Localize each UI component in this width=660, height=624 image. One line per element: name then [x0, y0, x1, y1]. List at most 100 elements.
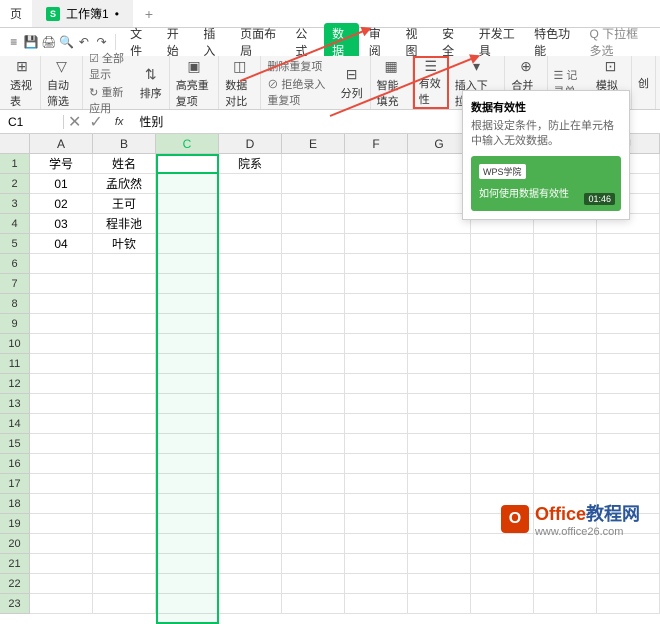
- cell[interactable]: [93, 474, 156, 494]
- cell[interactable]: [219, 354, 282, 374]
- col-header-c[interactable]: C: [156, 134, 219, 153]
- cell[interactable]: [534, 254, 597, 274]
- cell[interactable]: 孟欣然: [93, 174, 156, 194]
- cell[interactable]: [93, 534, 156, 554]
- cell[interactable]: [597, 594, 660, 614]
- col-header-a[interactable]: A: [30, 134, 93, 153]
- row-header[interactable]: 1: [0, 154, 30, 174]
- cell[interactable]: [282, 274, 345, 294]
- row-header[interactable]: 16: [0, 454, 30, 474]
- cell[interactable]: [534, 374, 597, 394]
- cell[interactable]: [534, 574, 597, 594]
- cell[interactable]: [345, 514, 408, 534]
- cell[interactable]: [345, 294, 408, 314]
- cell[interactable]: [219, 174, 282, 194]
- cell[interactable]: [30, 554, 93, 574]
- cell[interactable]: [345, 174, 408, 194]
- cell[interactable]: [282, 194, 345, 214]
- cell[interactable]: [345, 274, 408, 294]
- col-header-e[interactable]: E: [282, 134, 345, 153]
- cell[interactable]: [282, 314, 345, 334]
- cell[interactable]: [282, 594, 345, 614]
- cell[interactable]: 学号: [30, 154, 93, 174]
- cell[interactable]: [219, 394, 282, 414]
- cell[interactable]: [345, 354, 408, 374]
- cell[interactable]: [219, 594, 282, 614]
- cell[interactable]: [156, 214, 219, 234]
- cell[interactable]: [597, 374, 660, 394]
- cell[interactable]: 王可: [93, 194, 156, 214]
- cell[interactable]: [597, 254, 660, 274]
- cell[interactable]: [597, 334, 660, 354]
- cell[interactable]: [156, 534, 219, 554]
- col-header-d[interactable]: D: [219, 134, 282, 153]
- cell[interactable]: [219, 514, 282, 534]
- cell[interactable]: [156, 334, 219, 354]
- cell[interactable]: [93, 434, 156, 454]
- cell[interactable]: [345, 214, 408, 234]
- cell[interactable]: [534, 594, 597, 614]
- cell[interactable]: [282, 414, 345, 434]
- cell[interactable]: [282, 534, 345, 554]
- cell[interactable]: [156, 354, 219, 374]
- row-header[interactable]: 22: [0, 574, 30, 594]
- cell[interactable]: [93, 314, 156, 334]
- cell[interactable]: [30, 314, 93, 334]
- cell[interactable]: [219, 454, 282, 474]
- cell[interactable]: [345, 374, 408, 394]
- cell[interactable]: [534, 434, 597, 454]
- select-all-btn[interactable]: ☑ 全部显示: [89, 50, 127, 82]
- cell[interactable]: [345, 574, 408, 594]
- cell[interactable]: 02: [30, 194, 93, 214]
- row-header[interactable]: 15: [0, 434, 30, 454]
- cell[interactable]: [30, 274, 93, 294]
- cell[interactable]: [408, 594, 471, 614]
- cell[interactable]: [408, 474, 471, 494]
- row-header[interactable]: 10: [0, 334, 30, 354]
- tool-filter[interactable]: ▽ 自动筛选: [41, 56, 83, 109]
- row-header[interactable]: 11: [0, 354, 30, 374]
- cell[interactable]: [534, 334, 597, 354]
- cell[interactable]: [471, 474, 534, 494]
- cell[interactable]: [408, 334, 471, 354]
- cell[interactable]: [30, 414, 93, 434]
- cell[interactable]: [30, 514, 93, 534]
- cell[interactable]: [93, 254, 156, 274]
- cell[interactable]: [93, 454, 156, 474]
- row-header[interactable]: 3: [0, 194, 30, 214]
- cell[interactable]: [219, 554, 282, 574]
- cell[interactable]: [93, 594, 156, 614]
- cell[interactable]: [345, 594, 408, 614]
- row-header[interactable]: 13: [0, 394, 30, 414]
- cell[interactable]: [345, 434, 408, 454]
- cell[interactable]: [408, 434, 471, 454]
- row-header[interactable]: 8: [0, 294, 30, 314]
- cell[interactable]: [282, 434, 345, 454]
- cell[interactable]: [282, 454, 345, 474]
- row-header[interactable]: 21: [0, 554, 30, 574]
- cell[interactable]: [408, 534, 471, 554]
- cell[interactable]: [408, 454, 471, 474]
- row-header[interactable]: 9: [0, 314, 30, 334]
- cell[interactable]: [156, 174, 219, 194]
- cell[interactable]: [597, 454, 660, 474]
- cell[interactable]: [597, 434, 660, 454]
- cell[interactable]: [534, 274, 597, 294]
- fx-icon[interactable]: fx: [107, 116, 132, 128]
- cell[interactable]: [597, 474, 660, 494]
- cell[interactable]: [534, 354, 597, 374]
- cell[interactable]: [345, 334, 408, 354]
- cell[interactable]: [282, 574, 345, 594]
- row-header[interactable]: 23: [0, 594, 30, 614]
- cell[interactable]: [156, 454, 219, 474]
- cell[interactable]: [156, 294, 219, 314]
- cell[interactable]: [534, 554, 597, 574]
- cell[interactable]: [93, 554, 156, 574]
- cell[interactable]: [408, 274, 471, 294]
- cell[interactable]: [282, 374, 345, 394]
- row-header[interactable]: 17: [0, 474, 30, 494]
- cell[interactable]: [345, 554, 408, 574]
- cell[interactable]: [408, 414, 471, 434]
- cell[interactable]: [219, 334, 282, 354]
- cell[interactable]: [471, 554, 534, 574]
